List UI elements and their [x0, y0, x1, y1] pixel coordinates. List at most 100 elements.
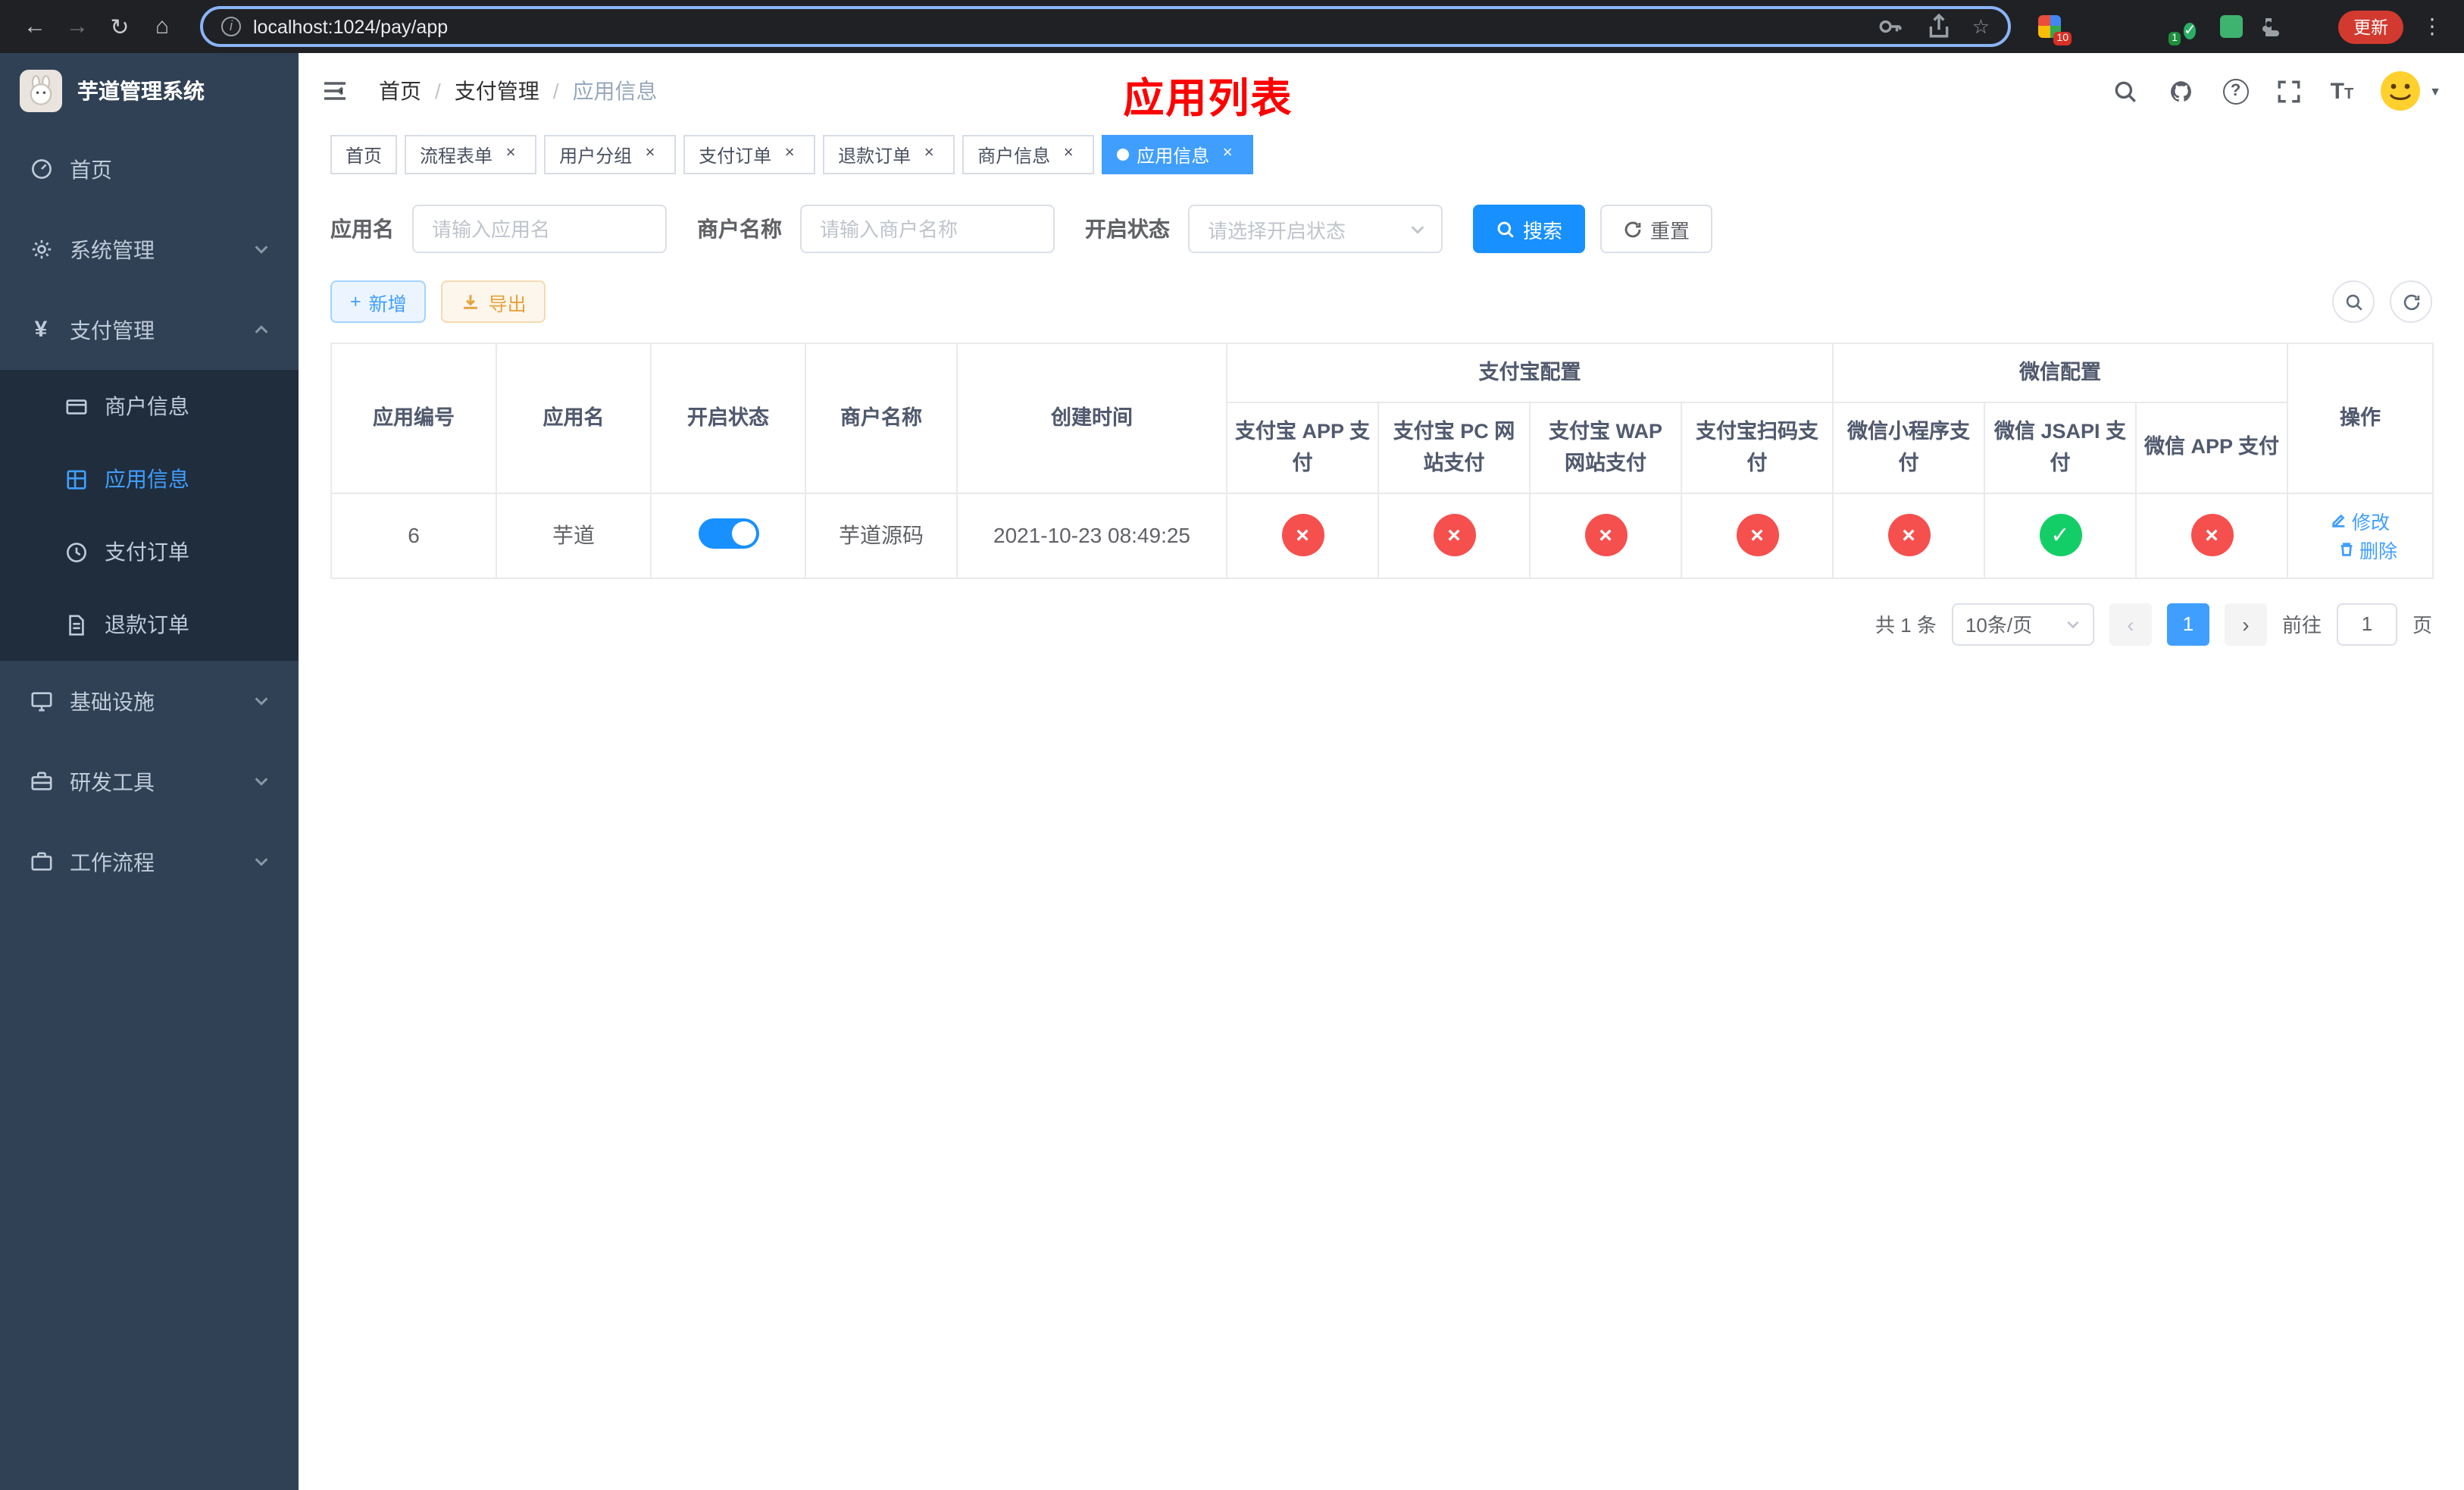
browser-forward-icon[interactable]: → — [58, 7, 97, 46]
prev-page-button[interactable]: ‹ — [2109, 603, 2152, 646]
address-bar[interactable]: i localhost:1024/pay/app ☆ — [200, 6, 2011, 47]
app-name-input[interactable] — [412, 205, 667, 253]
next-page-button[interactable]: › — [2224, 603, 2267, 646]
show-search-button[interactable] — [2332, 280, 2375, 323]
search-button[interactable]: 搜索 — [1473, 205, 1586, 253]
page-title-annotation: 应用列表 — [1123, 76, 1293, 121]
search-icon — [1497, 221, 1514, 237]
extension-dark-icon[interactable] — [2111, 14, 2135, 39]
browser-chrome: ← → ↻ ⌂ i localhost:1024/pay/app ☆ 10 1 … — [0, 0, 2464, 53]
extension-check-icon[interactable]: ✓ — [2184, 14, 2208, 39]
browser-menu-icon[interactable]: ⋮ — [2416, 14, 2449, 39]
clock-icon — [64, 540, 88, 564]
extension-drop-icon[interactable] — [2075, 14, 2099, 39]
sidebar-item-app-info[interactable]: 应用信息 — [0, 443, 299, 515]
tab-pay-orders[interactable]: 支付订单 × — [683, 135, 816, 174]
refresh-table-button[interactable] — [2390, 280, 2432, 323]
help-icon[interactable]: ? — [2222, 78, 2249, 104]
sidebar-item-label: 工作流程 — [70, 850, 155, 874]
tab-app-info[interactable]: 应用信息 × — [1102, 135, 1254, 174]
download-icon — [464, 294, 478, 308]
password-key-icon[interactable] — [1875, 11, 1906, 42]
extension-chat-icon[interactable] — [2220, 14, 2244, 39]
tab-label: 退款订单 — [838, 145, 911, 166]
sidebar-item-infrastructure[interactable]: 基础设施 — [0, 661, 299, 741]
sidebar-item-payment[interactable]: ¥ 支付管理 — [0, 290, 299, 370]
add-button-label: 新增 — [368, 293, 407, 315]
breadcrumb-separator: / — [552, 79, 559, 103]
extension-avatar-icon[interactable]: 1 — [2147, 14, 2181, 45]
edit-icon — [2332, 515, 2345, 528]
extension-puzzle-icon[interactable] — [2256, 14, 2281, 39]
tab-merchant-info[interactable]: 商户信息 × — [962, 135, 1095, 174]
browser-home-icon[interactable]: ⌂ — [142, 7, 182, 46]
cell-status — [650, 492, 806, 579]
edit-link[interactable]: 修改 — [2331, 507, 2390, 536]
tab-close-icon[interactable]: × — [639, 144, 661, 165]
sidebar-item-merchant-info[interactable]: 商户信息 — [0, 370, 299, 443]
dashboard-icon — [29, 157, 53, 181]
gear-icon — [29, 237, 53, 261]
browser-reload-icon[interactable]: ↻ — [100, 7, 139, 46]
total-count: 共 1 条 — [1875, 614, 1937, 637]
main-area: 首页 / 支付管理 / 应用信息 应用列表 ? TT ▼ 首页 流程表单 × 用… — [299, 53, 2464, 1490]
reset-button[interactable]: 重置 — [1600, 205, 1713, 253]
user-avatar[interactable]: ▼ — [2379, 70, 2441, 112]
sidebar-item-workflow[interactable]: 工作流程 — [0, 822, 299, 902]
tab-home[interactable]: 首页 — [330, 135, 398, 174]
group-alipay-config: 支付宝配置 — [1226, 342, 1834, 404]
export-button[interactable]: 导出 — [441, 280, 546, 323]
goto-label: 前往 — [2281, 614, 2322, 637]
extension-grid-icon[interactable]: 10 — [2038, 14, 2072, 45]
breadcrumb-home[interactable]: 首页 — [379, 76, 421, 106]
url-text: localhost:1024/pay/app — [253, 16, 449, 37]
site-info-icon[interactable]: i — [221, 17, 241, 36]
add-button[interactable]: + 新增 — [330, 280, 427, 323]
delete-link[interactable]: 删除 — [2338, 536, 2397, 565]
yen-icon: ¥ — [34, 317, 48, 343]
tab-close-icon[interactable]: × — [1058, 144, 1079, 165]
profile-avatar-icon[interactable] — [2293, 14, 2317, 39]
sidebar-item-refund-orders[interactable]: 退款订单 — [0, 588, 299, 661]
page-size-select[interactable]: 10条/页 — [1951, 603, 2094, 646]
fullscreen-icon[interactable] — [2275, 76, 2305, 106]
sidebar-toggle-icon[interactable] — [321, 74, 355, 108]
tab-process-form[interactable]: 流程表单 × — [405, 135, 537, 174]
app-logo: 芋道管理系统 — [0, 53, 299, 129]
sidebar-item-pay-orders[interactable]: 支付订单 — [0, 515, 299, 588]
tab-close-icon[interactable]: × — [918, 144, 940, 165]
tab-user-group[interactable]: 用户分组 × — [544, 135, 677, 174]
share-icon[interactable] — [1924, 11, 1954, 42]
sidebar-item-system[interactable]: 系统管理 — [0, 209, 299, 290]
tab-close-icon[interactable]: × — [779, 144, 800, 165]
app-table: 应用编号 应用名 开启状态 商户名称 创建时间 支付宝配置 微信配置 操作 支付… — [330, 342, 2434, 579]
col-alipay-app: 支付宝 APP 支付 — [1226, 402, 1379, 494]
browser-back-icon[interactable]: ← — [15, 7, 55, 46]
breadcrumb-current: 应用信息 — [572, 79, 658, 103]
github-icon[interactable] — [2167, 76, 2197, 106]
table-toolbar: + 新增 导出 — [330, 280, 2432, 323]
merchant-name-input[interactable] — [800, 205, 1055, 253]
font-size-icon[interactable]: TT — [2331, 78, 2354, 104]
tab-refund-orders[interactable]: 退款订单 × — [823, 135, 955, 174]
goto-page-input[interactable] — [2336, 603, 2397, 646]
card-icon — [64, 394, 88, 418]
chrome-update-button[interactable]: 更新 — [2338, 10, 2403, 43]
tab-close-icon[interactable]: × — [500, 144, 521, 165]
delete-link-label: 删除 — [2359, 541, 2397, 563]
group-wechat-config: 微信配置 — [1832, 342, 2288, 404]
bookmark-star-icon[interactable]: ☆ — [1972, 14, 1990, 39]
table-row: 6 芋道 芋道源码 2021-10-23 08:49:25 × × × × × … — [330, 492, 2434, 579]
status-select-placeholder: 请选择开启状态 — [1208, 219, 1346, 242]
top-header: 首页 / 支付管理 / 应用信息 应用列表 ? TT ▼ — [299, 53, 2464, 129]
sidebar-item-home[interactable]: 首页 — [0, 129, 299, 209]
tab-close-icon[interactable]: × — [1217, 144, 1238, 165]
current-page-button[interactable]: 1 — [2166, 603, 2209, 646]
search-icon[interactable] — [2111, 76, 2141, 106]
status-select[interactable]: 请选择开启状态 — [1188, 205, 1443, 253]
status-toggle[interactable] — [698, 518, 758, 549]
page-size-value: 10条/页 — [1965, 614, 2033, 637]
breadcrumb-payment[interactable]: 支付管理 — [455, 76, 539, 106]
sidebar-item-dev-tools[interactable]: 研发工具 — [0, 741, 299, 822]
alipay-pc-status-icon — [1433, 514, 1475, 557]
